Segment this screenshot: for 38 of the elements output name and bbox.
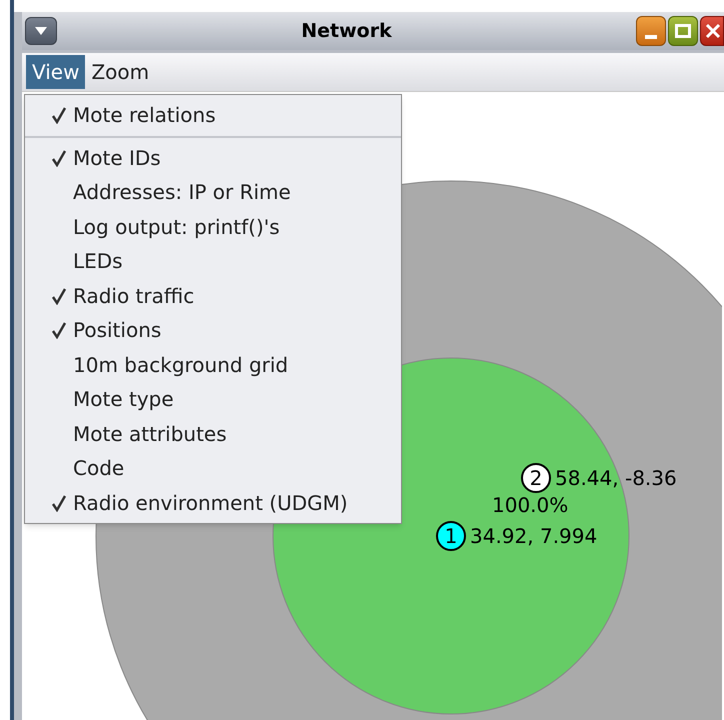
link-label: 100.0% [492,492,568,519]
menu-option[interactable]: Addresses: IP or Rime [25,175,401,210]
minimize-button[interactable] [636,16,666,46]
menu-option[interactable]: 10m background grid [25,348,401,382]
close-button[interactable] [700,16,724,46]
minimize-icon [645,35,657,39]
menu-option[interactable]: Log output: printf()'s [25,210,401,244]
menu-option[interactable]: Positions [25,313,401,348]
maximize-button[interactable] [668,16,698,46]
close-icon [705,23,721,39]
mote-position: 58.44, -8.36 [555,465,677,492]
mote-position: 34.92, 7.994 [470,523,598,550]
menu-option-label: LEDs [73,248,123,276]
menu-item[interactable]: Zoom [85,55,156,89]
menu-option-label: Code [73,455,124,482]
menu-option[interactable]: Mote relations [25,98,401,132]
window-title: Network [300,18,393,44]
menu-option-label: Radio environment (UDGM) [73,490,348,517]
menu-option-label: Mote IDs [73,144,161,172]
window-menu-button[interactable] [25,17,57,45]
menu-option[interactable]: LEDs [25,244,401,278]
caret-icon [35,27,47,35]
menu-option-label: Positions [73,317,162,344]
menu-option-label: Mote relations [73,102,216,130]
menu-option-label: Radio traffic [73,282,194,310]
menu-option-label: Addresses: IP or Rime [73,179,291,206]
menu-option[interactable]: Mote type [25,382,401,416]
menu-option[interactable]: Radio environment (UDGM) [25,486,401,520]
menu-option[interactable]: Radio traffic [25,278,401,313]
menu-option-label: 10m background grid [73,352,288,379]
menu-option[interactable]: Code [25,451,401,486]
menu-option[interactable]: Mote IDs [25,140,401,175]
maximize-icon [675,24,691,38]
menu-item[interactable]: View [26,55,86,89]
menu-option[interactable]: Mote attributes [25,416,401,451]
menu-option-label: Mote type [73,386,174,414]
menu-option-label: Mote attributes [73,420,227,448]
menu-option-label: Log output: printf()'s [73,214,280,241]
